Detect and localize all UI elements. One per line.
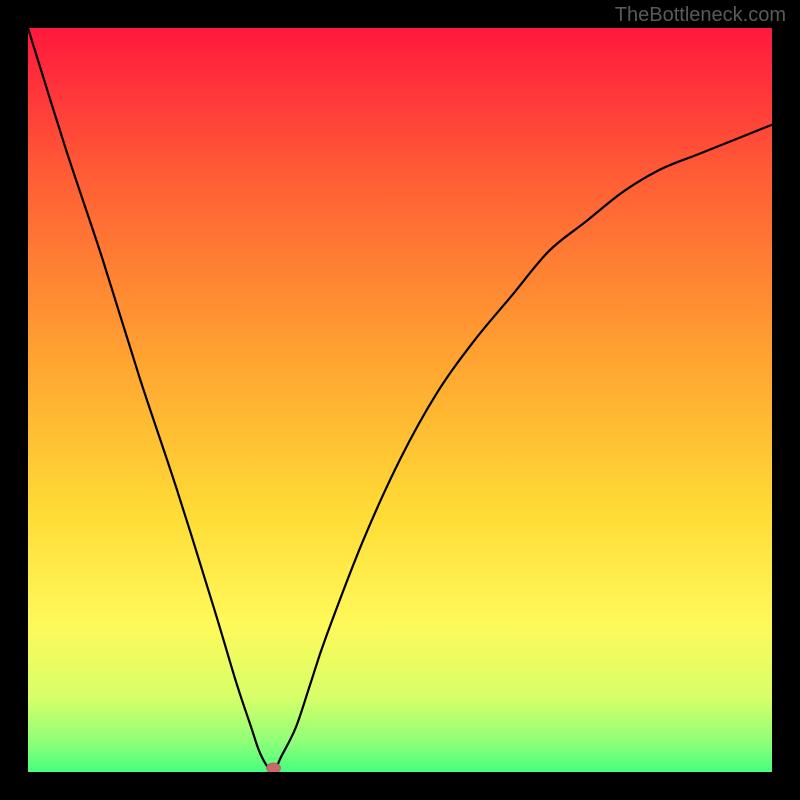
gradient-background (28, 28, 772, 772)
plot-svg (28, 28, 772, 772)
minimum-marker (267, 763, 281, 772)
watermark-text: TheBottleneck.com (615, 4, 786, 27)
plot-area (28, 28, 772, 772)
chart-frame: TheBottleneck.com (0, 0, 800, 800)
